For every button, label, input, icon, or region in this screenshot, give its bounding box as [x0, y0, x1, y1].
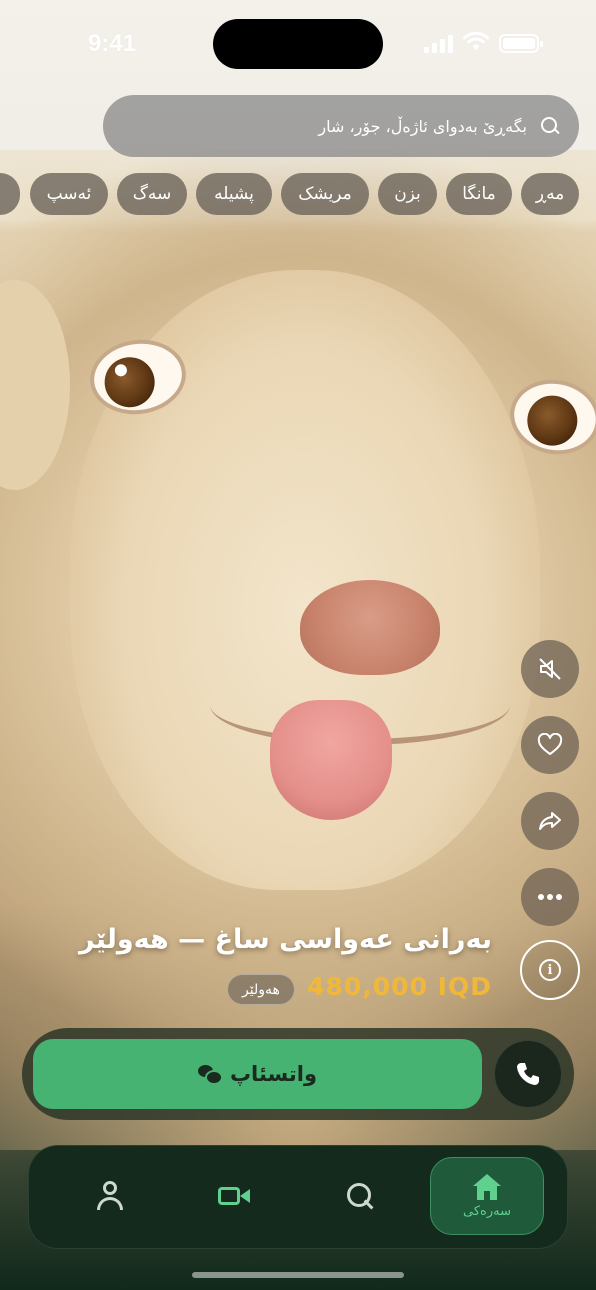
status-bar: 9:41: [0, 0, 596, 80]
listing-photo[interactable]: [0, 150, 596, 1150]
chip-chicken[interactable]: مریشک: [281, 173, 369, 215]
listing-title: بەرانی عەواسی ساغ — هەولێر: [78, 924, 492, 955]
city-badge[interactable]: هەولێر: [227, 974, 295, 1005]
chip-goat[interactable]: بزن: [378, 173, 437, 215]
video-icon: [218, 1185, 252, 1207]
search-input[interactable]: بگەڕێ بەدوای ئاژەڵ، جۆر، شار: [318, 117, 527, 136]
sheep-nose: [300, 580, 440, 675]
chip-horse[interactable]: ئەسپ: [30, 173, 108, 215]
tab-search[interactable]: [330, 1157, 390, 1235]
profile-icon: [96, 1181, 124, 1211]
chip-cat[interactable]: پشیلە: [196, 173, 272, 215]
info-button[interactable]: i: [520, 940, 580, 1000]
call-button[interactable]: [494, 1040, 562, 1108]
dynamic-island: [213, 19, 383, 69]
whatsapp-button[interactable]: واتسئاپ: [33, 1039, 482, 1109]
home-indicator[interactable]: [192, 1272, 404, 1278]
battery-icon: [499, 34, 543, 53]
share-icon: [539, 812, 561, 830]
tab-profile[interactable]: [80, 1157, 140, 1235]
tab-home-label: سەرەکی: [463, 1203, 511, 1219]
status-time: 9:41: [88, 30, 137, 57]
chip-dog[interactable]: سەگ: [117, 173, 187, 215]
search-icon: [539, 115, 561, 137]
search-icon: [345, 1181, 375, 1211]
more-button[interactable]: [521, 868, 579, 926]
whatsapp-label: واتسئاپ: [229, 1062, 318, 1086]
chat-icon: [197, 1065, 223, 1085]
search-bar[interactable]: بگەڕێ بەدوای ئاژەڵ، جۆر، شار: [103, 95, 579, 157]
wifi-icon: [463, 31, 489, 54]
screen: 9:41 بگەڕێ بەدوای ئاژەڵ، جۆر، شار مەڕ ما…: [0, 0, 596, 1290]
phone-icon: [517, 1063, 539, 1085]
mute-icon: [539, 658, 561, 680]
chip-cow[interactable]: مانگا: [446, 173, 512, 215]
info-icon: i: [539, 959, 561, 981]
home-icon: [472, 1173, 502, 1200]
listing-price: 480,000 IQD: [307, 972, 492, 1001]
chip-partial[interactable]: [0, 173, 20, 215]
like-button[interactable]: [521, 716, 579, 774]
heart-icon: [537, 733, 563, 755]
signal-icon: [424, 35, 454, 53]
category-chips: مەڕ مانگا بزن مریشک پشیلە سەگ ئەسپ: [0, 173, 596, 215]
more-icon: [538, 894, 562, 900]
mute-button[interactable]: [521, 640, 579, 698]
sheep-tongue: [270, 700, 392, 820]
tab-video[interactable]: [205, 1157, 265, 1235]
share-button[interactable]: [521, 792, 579, 850]
chip-sheep[interactable]: مەڕ: [521, 173, 579, 215]
tab-home[interactable]: سەرەکی: [430, 1157, 544, 1235]
